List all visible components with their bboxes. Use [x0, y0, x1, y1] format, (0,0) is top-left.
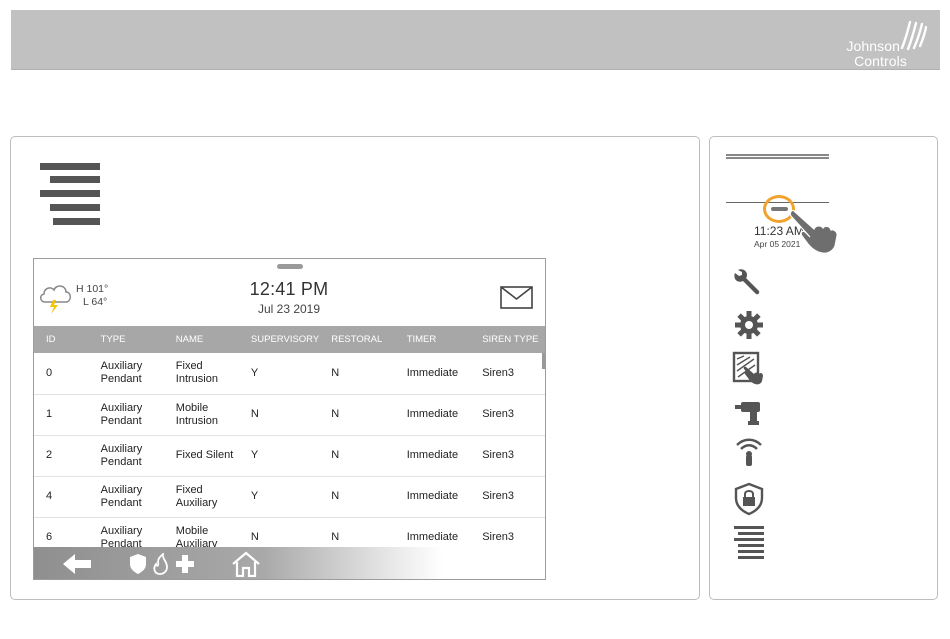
- col-siren-type[interactable]: SIREN TYPE: [470, 326, 545, 353]
- cell-restoral: N: [319, 394, 395, 436]
- col-supervisory[interactable]: SUPERVISORY: [238, 326, 320, 353]
- cell-name-2: Intrusion: [175, 373, 218, 386]
- cell-restoral: N: [319, 476, 395, 518]
- cell-type: Auxiliary Pendant: [88, 476, 164, 518]
- cell-name: Fixed Auxiliary: [163, 476, 239, 518]
- col-name[interactable]: NAME: [163, 326, 239, 353]
- cell-restoral: N: [319, 353, 395, 395]
- clock-time: 12:41 PM: [249, 279, 329, 299]
- notification-handle[interactable]: [726, 154, 829, 159]
- temp-high: H 101°: [76, 283, 109, 295]
- brand-mark-icon: [900, 20, 928, 51]
- table-header-row: ID TYPE NAME SUPERVISORY RESTORAL TIMER …: [34, 326, 545, 353]
- header-bar: Johnson Controls: [11, 10, 940, 70]
- main-panel: H 101° L 64° 12:41 PM Jul 23 2019 ID TYP…: [10, 136, 700, 600]
- cell-type-2: Pendant: [100, 414, 142, 427]
- menu-lines-icon[interactable]: [732, 525, 766, 559]
- brand-line-2: Controls: [854, 53, 907, 69]
- gear-icon[interactable]: [732, 308, 766, 342]
- cell-name-1: Fixed Silent: [175, 449, 234, 461]
- col-id[interactable]: ID: [34, 326, 89, 353]
- cell-supervisory: Y: [238, 476, 320, 518]
- brand-line-1: Johnson: [846, 38, 900, 54]
- back-arrow-icon[interactable]: [62, 553, 92, 579]
- cell-supervisory: Y: [238, 353, 320, 395]
- pointing-hand-icon: [788, 207, 840, 255]
- cell-type-1: Auxiliary: [100, 483, 143, 496]
- panel-screen: H 101° L 64° 12:41 PM Jul 23 2019 ID TYP…: [33, 258, 546, 580]
- col-timer[interactable]: TIMER: [394, 326, 471, 353]
- devices-table: ID TYPE NAME SUPERVISORY RESTORAL TIMER …: [34, 326, 545, 559]
- cell-name-2: Intrusion: [175, 414, 218, 427]
- cell-name-1: Mobile: [175, 401, 209, 414]
- cell-siren: Siren3: [470, 353, 545, 395]
- table-row[interactable]: 4 Auxiliary Pendant Fixed Auxiliary Y N Im…: [34, 476, 545, 518]
- wrench-icon[interactable]: [732, 265, 766, 299]
- cell-supervisory: N: [238, 394, 320, 436]
- cell-timer: Immediate: [394, 394, 471, 436]
- pull-down-handle[interactable]: [277, 264, 303, 269]
- cell-type: Auxiliary Pendant: [88, 353, 164, 395]
- lock-shield-icon[interactable]: [732, 482, 766, 516]
- cell-restoral: N: [319, 435, 395, 477]
- cell-timer: Immediate: [394, 476, 471, 518]
- cell-name: Mobile Intrusion: [163, 394, 239, 436]
- cell-siren: Siren3: [470, 476, 545, 518]
- touch-panel-icon[interactable]: [732, 351, 766, 385]
- cell-id: 1: [34, 394, 89, 436]
- plus-icon[interactable]: [174, 553, 196, 579]
- cell-type: Auxiliary Pendant: [88, 435, 164, 477]
- cell-type-1: Auxiliary: [100, 524, 143, 537]
- cell-name: Fixed Silent: [163, 435, 239, 477]
- cell-type-2: Pendant: [100, 373, 142, 386]
- cell-id: 4: [34, 476, 89, 518]
- cell-name-1: Fixed: [175, 483, 203, 496]
- cell-name-1: Fixed: [175, 360, 203, 373]
- weather-temps: H 101° L 64°: [76, 283, 108, 309]
- col-type[interactable]: TYPE: [88, 326, 164, 353]
- col-restoral[interactable]: RESTORAL: [319, 326, 395, 353]
- cell-siren: Siren3: [470, 435, 545, 477]
- clock-date: Jul 23 2019: [257, 302, 321, 316]
- cell-type-2: Pendant: [100, 455, 142, 468]
- storm-cloud-icon: [37, 278, 77, 318]
- menu-icon[interactable]: [40, 163, 100, 225]
- cell-type-1: Auxiliary: [100, 442, 143, 455]
- cell-id: 2: [34, 435, 89, 477]
- cell-type-1: Auxiliary: [100, 360, 143, 373]
- cell-type: Auxiliary Pendant: [88, 394, 164, 436]
- drill-icon[interactable]: [732, 395, 766, 429]
- side-panel: 11:23 AM Apr 05 2021: [709, 136, 938, 600]
- table-scrollbar[interactable]: [542, 353, 545, 369]
- cell-name-2: Auxiliary: [175, 496, 218, 509]
- fire-icon[interactable]: [151, 551, 169, 579]
- pull-down-handle-small[interactable]: [771, 207, 788, 211]
- cell-type-1: Auxiliary: [100, 401, 143, 414]
- johnson-controls-logo: Johnson Controls: [810, 16, 930, 69]
- cell-id: 0: [34, 353, 89, 395]
- mail-icon[interactable]: [500, 286, 533, 309]
- temp-low: L 64°: [83, 296, 108, 308]
- cell-timer: Immediate: [394, 353, 471, 395]
- table-row[interactable]: 2 Auxiliary Pendant Fixed Silent Y N Imme…: [34, 435, 545, 477]
- table-row[interactable]: 0 Auxiliary Pendant Fixed Intrusion Y N Im…: [34, 353, 545, 395]
- cell-name: Fixed Intrusion: [163, 353, 239, 395]
- table-row[interactable]: 1 Auxiliary Pendant Mobile Intrusion N N I…: [34, 394, 545, 436]
- cell-name-1: Mobile: [175, 524, 209, 537]
- cell-siren: Siren3: [470, 394, 545, 436]
- home-icon[interactable]: [231, 551, 261, 579]
- cell-timer: Immediate: [394, 435, 471, 477]
- wireless-device-icon[interactable]: [732, 434, 766, 468]
- bottom-nav-bar: [34, 547, 545, 579]
- cell-type-2: Pendant: [100, 496, 142, 509]
- screen-clock: 12:41 PM Jul 23 2019: [234, 279, 344, 316]
- cell-supervisory: Y: [238, 435, 320, 477]
- shield-icon[interactable]: [129, 553, 147, 579]
